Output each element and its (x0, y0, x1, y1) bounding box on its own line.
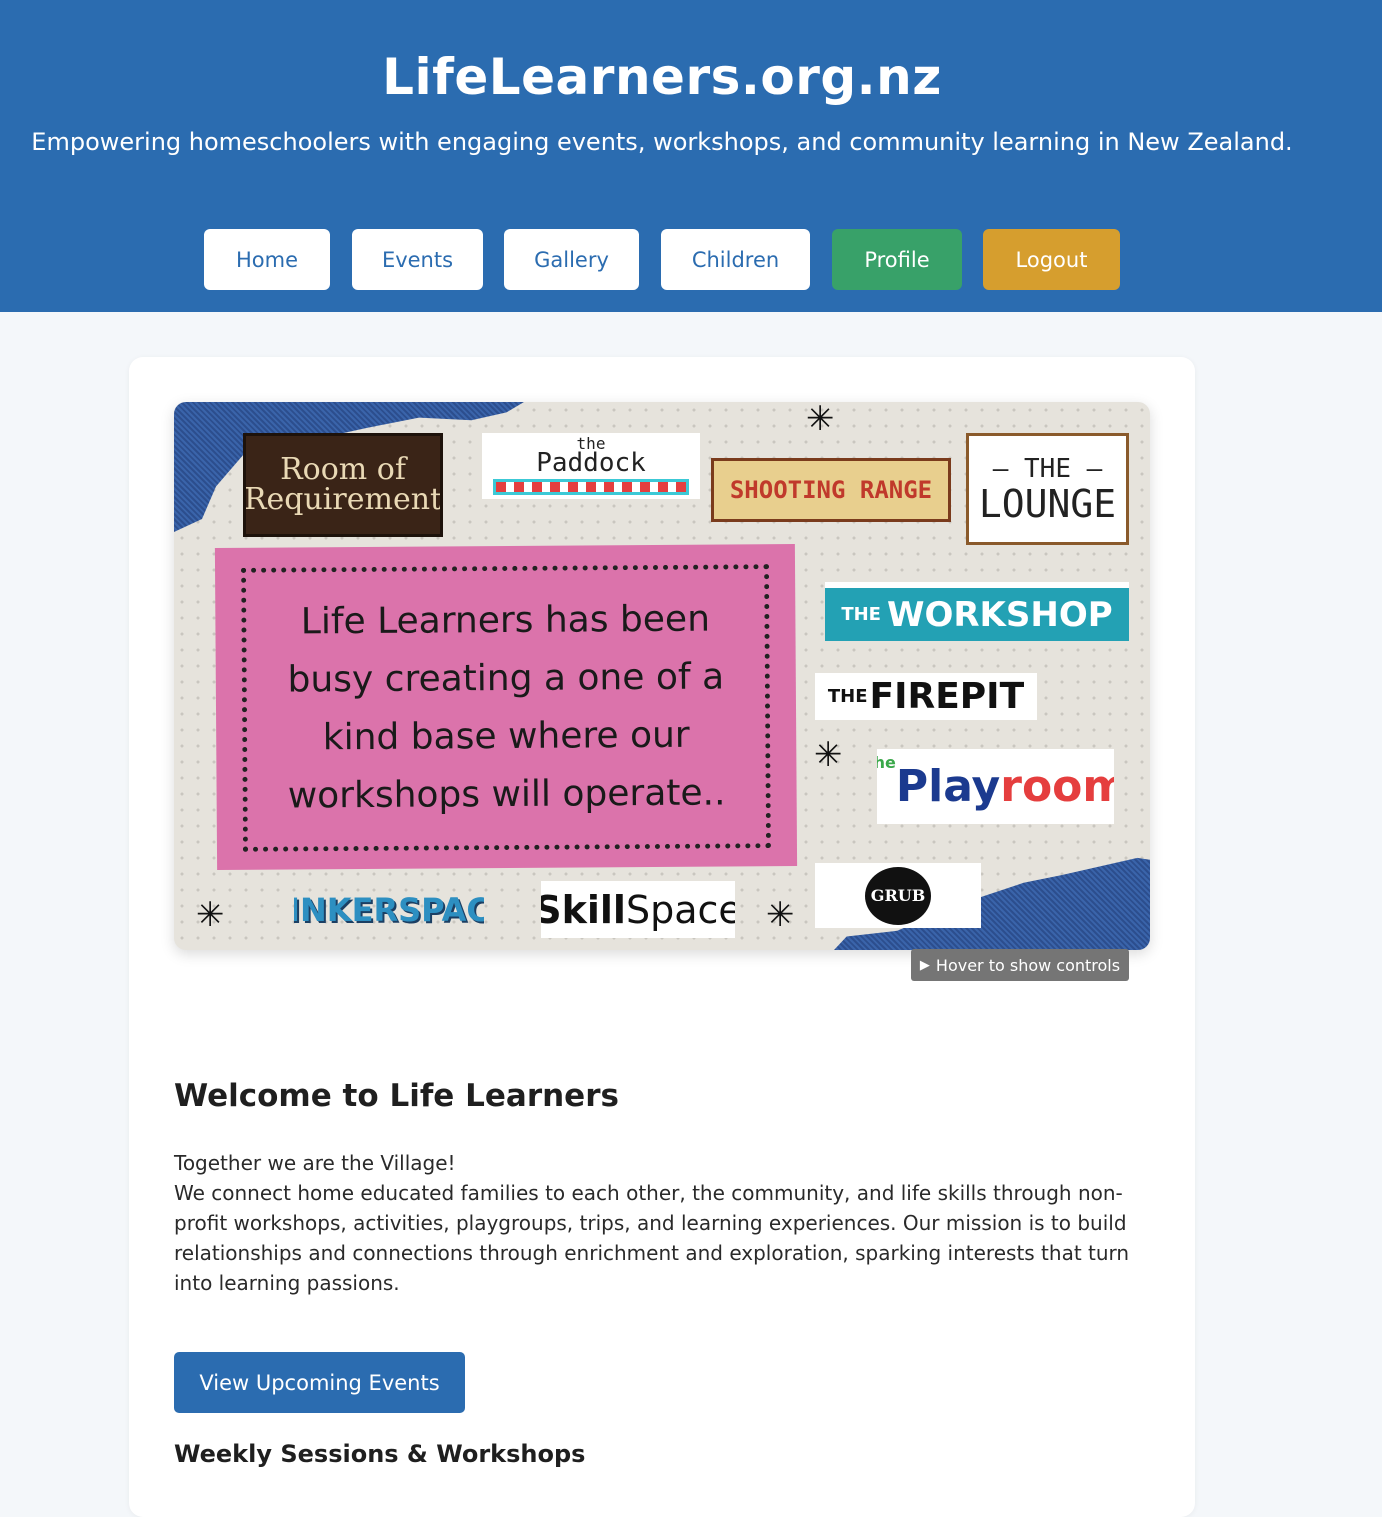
lounge-sign-label: LOUNGE (978, 482, 1117, 526)
nav-events-button[interactable]: Events (352, 229, 483, 290)
nav-logout-button[interactable]: Logout (983, 229, 1120, 290)
site-title: LifeLearners.org.nz (382, 48, 942, 106)
skillspace-sign-bold: Skill (541, 887, 626, 932)
paddock-sign-label: Paddock (536, 448, 646, 478)
video-controls-hint-label: Hover to show controls (935, 955, 1121, 975)
video-controls-hint[interactable]: ▶ Hover to show controls (911, 949, 1129, 981)
welcome-paragraph: We connect home educated families to eac… (174, 1181, 1130, 1295)
workshop-sign-pre: THE (841, 604, 881, 625)
skillspace-sign-rest: Space (625, 887, 735, 932)
workshop-sign-label: WORKSHOP (886, 594, 1113, 635)
nav-home-button[interactable]: Home (204, 229, 330, 290)
grub-room-label: GRUB (870, 886, 926, 905)
announcement-text: Life Learners has been busy creating a o… (287, 598, 726, 817)
site-header: LifeLearners.org.nz Empowering homeschoo… (0, 0, 1382, 312)
play-icon: ▶ (919, 957, 930, 973)
announcement-note: Life Learners has been busy creating a o… (214, 543, 798, 871)
firepit-sign-label: FIREPIT (869, 676, 1025, 717)
welcome-body: Together we are the Village! We connect … (174, 1148, 1134, 1298)
shooting-range-sign: SHOOTING RANGE (711, 458, 951, 522)
announcement-note-border: Life Learners has been busy creating a o… (241, 564, 771, 852)
grub-room-sign: GRUB (815, 863, 981, 928)
playroom-sign-play: Play (895, 761, 1001, 812)
skillspace-sign: Skill Space (541, 881, 735, 938)
asterisk-doodle-icon: ✳ (806, 402, 835, 439)
asterisk-doodle-icon: ✳ (766, 895, 795, 935)
paddock-sign: the Paddock (482, 433, 700, 499)
nav-children-button[interactable]: Children (661, 229, 810, 290)
firepit-sign: THE FIREPIT (815, 673, 1037, 720)
welcome-tagline: Together we are the Village! (174, 1151, 456, 1175)
asterisk-doodle-icon: ✳ (814, 735, 843, 775)
lounge-sign: — THE — LOUNGE (966, 433, 1129, 545)
room-of-requirement-sign: Room of Requirement (243, 433, 443, 537)
tinkerspace-sign: TINKERSPACE (294, 891, 484, 929)
weekly-sessions-heading: Weekly Sessions & Workshops (174, 1440, 586, 1468)
lounge-sign-top: — THE — (992, 454, 1103, 484)
playroom-sign-room: room (1000, 761, 1114, 812)
view-upcoming-events-button[interactable]: View Upcoming Events (174, 1352, 465, 1413)
asterisk-doodle-icon: ✳ (196, 895, 225, 935)
nav-profile-button[interactable]: Profile (832, 229, 962, 290)
nav-gallery-button[interactable]: Gallery (504, 229, 639, 290)
welcome-heading: Welcome to Life Learners (174, 1078, 619, 1114)
playroom-sign-pre: The (877, 753, 896, 772)
firepit-sign-pre: THE (827, 686, 868, 707)
playroom-sign: The Playroom (877, 749, 1114, 824)
grub-room-logo: GRUB (865, 866, 931, 925)
workshop-sign: THE WORKSHOP (825, 582, 1129, 641)
paddock-stripe (493, 479, 689, 495)
intro-video[interactable]: Room of Requirement the Paddock SHOOTING… (174, 402, 1150, 950)
site-tagline: Empowering homeschoolers with engaging e… (31, 128, 1293, 156)
